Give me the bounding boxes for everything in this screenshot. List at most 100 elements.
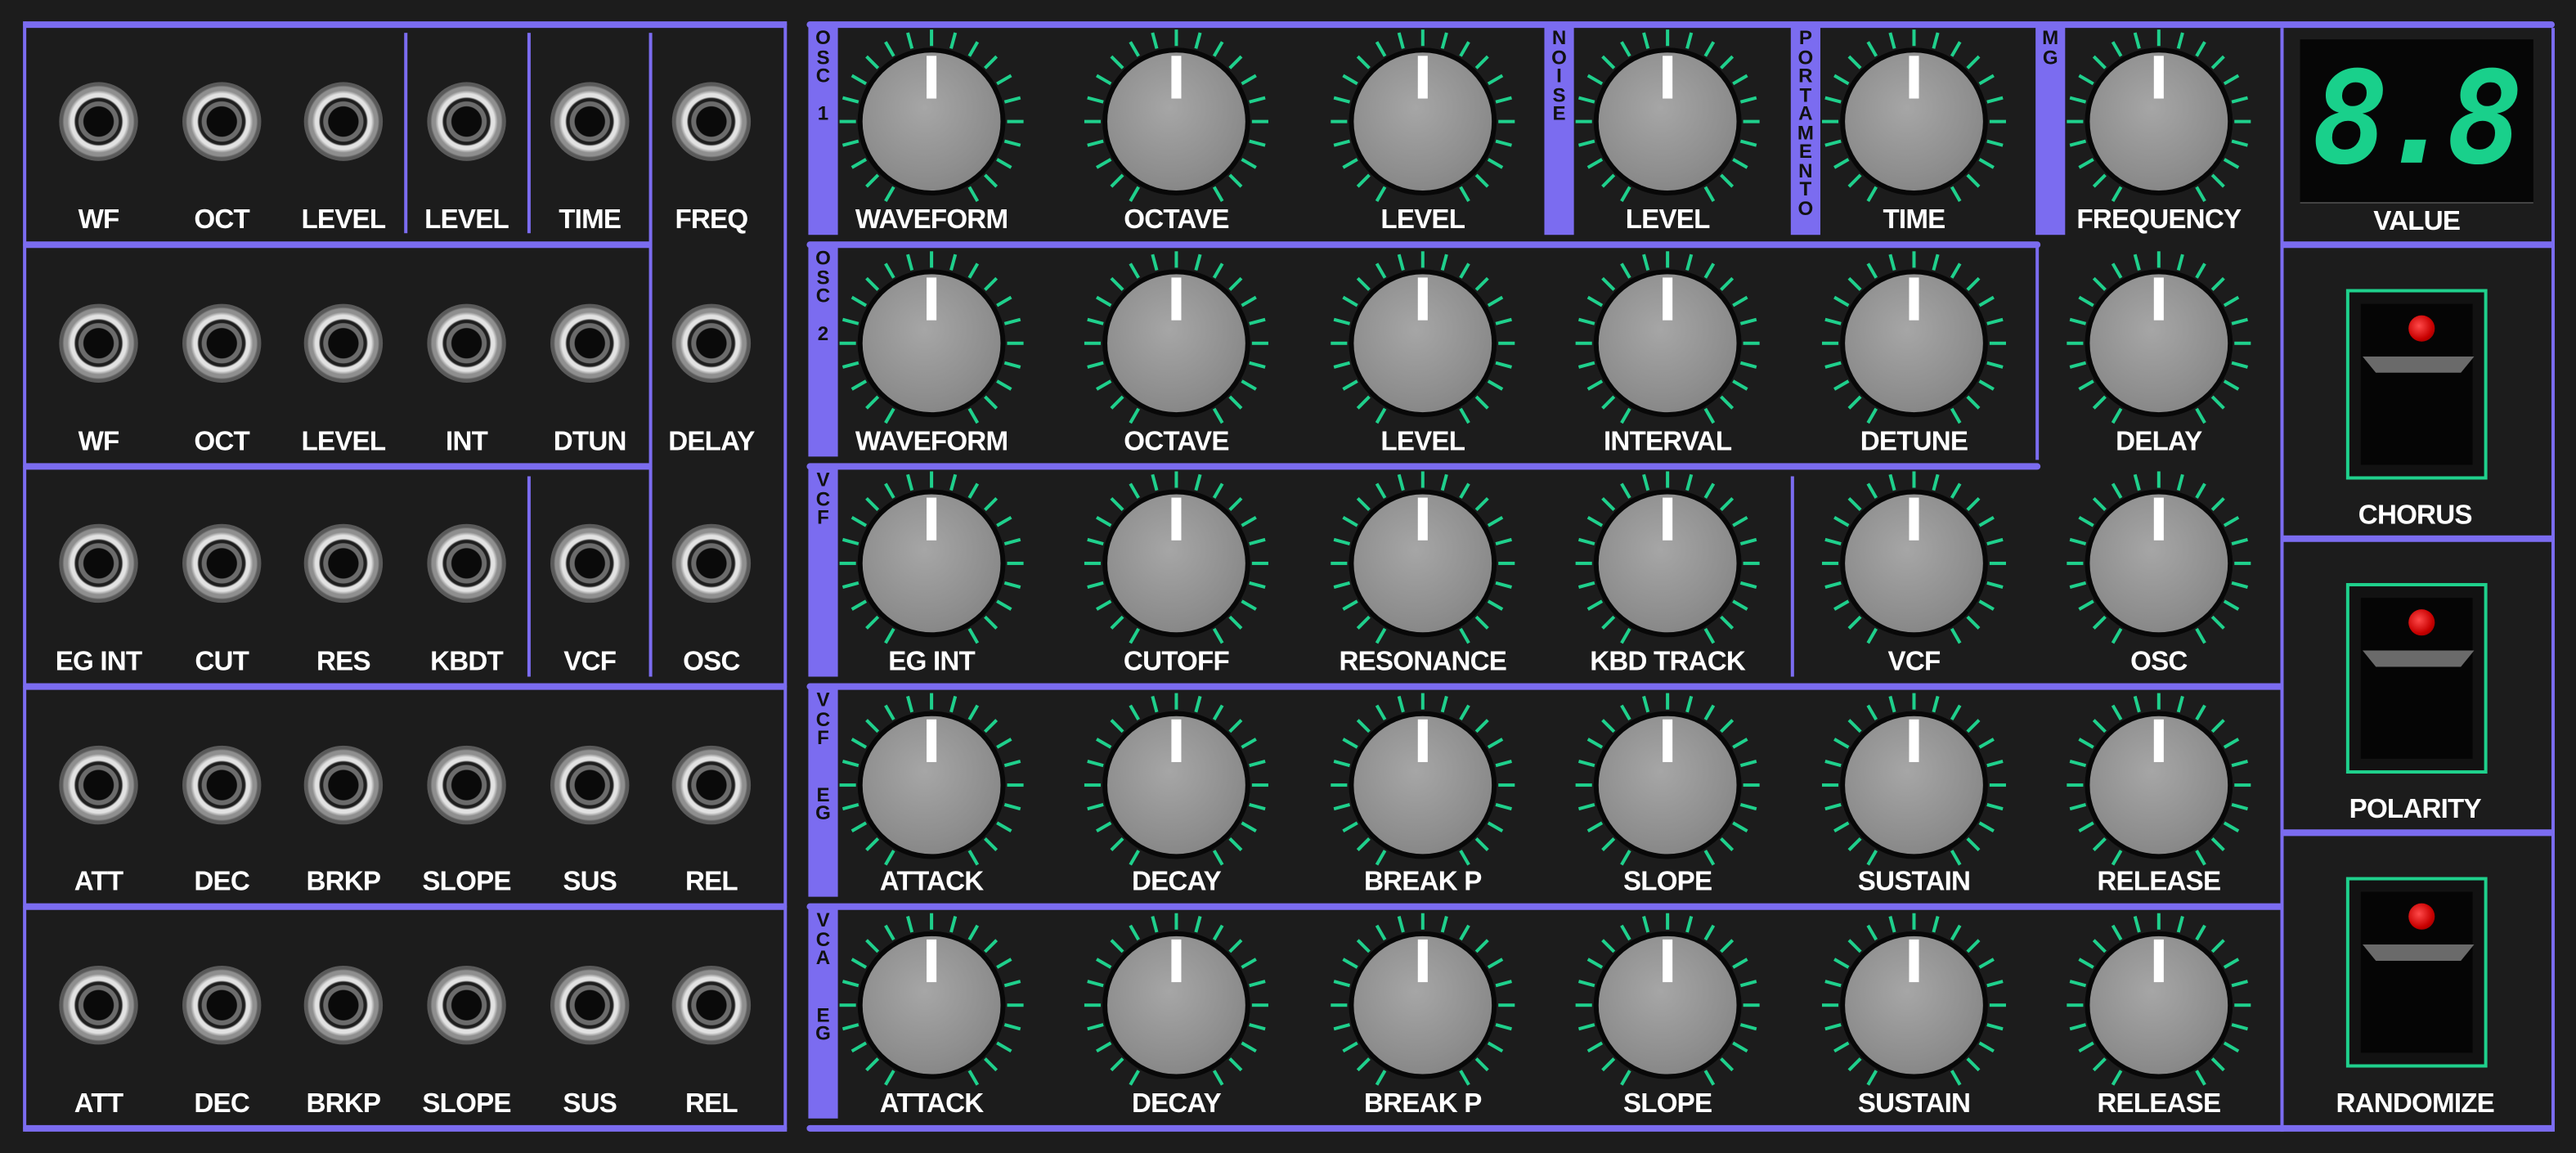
knob-decay[interactable] [1102, 931, 1250, 1079]
jack-delay[interactable] [671, 303, 752, 383]
jack-time[interactable] [550, 82, 630, 161]
knob-delay[interactable] [2085, 269, 2233, 418]
jack-vcf[interactable] [550, 523, 630, 603]
knob-time[interactable] [1840, 47, 1988, 196]
knob-tick [1194, 695, 1202, 713]
knob-tick [1096, 599, 1112, 611]
knob-tick [2176, 916, 2184, 933]
knob-indicator [1417, 56, 1428, 99]
knob-label: ATTACK [879, 1088, 984, 1119]
divider [648, 33, 653, 677]
jack-level[interactable] [303, 82, 384, 161]
knob-eg-int[interactable] [857, 489, 1006, 638]
knob-kbd-track[interactable] [1593, 489, 1742, 638]
knob-osc[interactable] [2085, 489, 2233, 638]
knob-level[interactable] [1349, 269, 1497, 418]
knob-tick [930, 251, 934, 268]
knob-slope[interactable] [1593, 931, 1742, 1079]
knob-tick [1251, 783, 1268, 787]
knob-tick [1096, 958, 1112, 969]
knob-tick [1342, 599, 1358, 611]
jack-rel[interactable] [671, 965, 752, 1045]
jack-wf[interactable] [59, 82, 138, 161]
jack-level[interactable] [427, 82, 506, 161]
knob-tick [1129, 482, 1140, 499]
knob-tick [2231, 760, 2249, 768]
jack-att[interactable] [59, 965, 138, 1045]
knob-tick [884, 1070, 895, 1086]
knob-cutoff[interactable] [1102, 489, 1250, 638]
knob-attack[interactable] [857, 711, 1006, 859]
knob-slope[interactable] [1593, 711, 1742, 859]
knob-label: EG INT [888, 647, 975, 677]
knob-level[interactable] [1349, 47, 1497, 196]
polarity-button[interactable] [2345, 583, 2488, 774]
knob-indicator [1909, 719, 1919, 762]
jack-dec[interactable] [182, 965, 262, 1045]
knob-waveform[interactable] [857, 269, 1006, 418]
knob-interval[interactable] [1593, 269, 1742, 418]
jack-kbdt[interactable] [427, 523, 506, 603]
knob-tick [2223, 515, 2240, 527]
knob-tick [1487, 379, 1504, 391]
jack-att[interactable] [59, 745, 138, 825]
knob-tick [2210, 837, 2225, 852]
jack-oct[interactable] [182, 82, 262, 161]
knob-tick [839, 783, 856, 787]
knob-tick [1866, 924, 1878, 941]
jack-sus[interactable] [550, 965, 630, 1045]
knob-level[interactable] [1593, 47, 1742, 196]
jack-freq[interactable] [671, 82, 752, 161]
jack-level[interactable] [303, 303, 384, 383]
knob-release[interactable] [2085, 711, 2233, 859]
knob-decay[interactable] [1102, 711, 1250, 859]
jack-brkp[interactable] [303, 965, 384, 1045]
knob-indicator [1663, 719, 1673, 762]
jack-osc[interactable] [671, 523, 752, 603]
jack-brkp[interactable] [303, 745, 384, 825]
knob-sustain[interactable] [1840, 711, 1988, 859]
knob-sustain[interactable] [1840, 931, 1988, 1079]
jack-wf[interactable] [59, 303, 138, 383]
knob-tick [1978, 295, 1995, 307]
knob-tick [2231, 803, 2249, 811]
jack-label: RES [316, 647, 371, 677]
knob-detune[interactable] [1840, 269, 1988, 418]
jack-sus[interactable] [550, 745, 630, 825]
jack-cut[interactable] [182, 523, 262, 603]
knob-tick [1356, 173, 1371, 188]
knob-release[interactable] [2085, 931, 2233, 1079]
knob-tick [1620, 627, 1631, 644]
knob-tick [2156, 693, 2161, 710]
knob-frequency[interactable] [2085, 47, 2233, 196]
knob-octave[interactable] [1102, 269, 1250, 418]
knob-tick [1821, 1003, 1839, 1007]
jack-oct[interactable] [182, 303, 262, 383]
jack-slope[interactable] [427, 745, 506, 825]
knob-break-p[interactable] [1349, 931, 1497, 1079]
knob-break-p[interactable] [1349, 711, 1497, 859]
jack-dtun[interactable] [550, 303, 630, 383]
knob-tick [2069, 803, 2087, 811]
jack-eg-int[interactable] [59, 523, 138, 603]
jack-slope[interactable] [427, 965, 506, 1045]
knob-attack[interactable] [857, 931, 1006, 1079]
knob-vcf[interactable] [1840, 489, 1988, 638]
chorus-button[interactable] [2345, 289, 2488, 480]
knob-tick [1703, 41, 1716, 57]
knob-waveform[interactable] [857, 47, 1006, 196]
jack-dec[interactable] [182, 745, 262, 825]
knob-tick [1375, 482, 1387, 499]
knob-label: OSC [2130, 647, 2188, 677]
knob-tick [1720, 55, 1735, 70]
jack-rel[interactable] [671, 745, 752, 825]
knob-tick [2069, 980, 2087, 988]
jack-int[interactable] [427, 303, 506, 383]
knob-tick [1241, 958, 1257, 969]
knob-tick [1110, 615, 1124, 630]
knob-tick [1932, 32, 1940, 49]
knob-resonance[interactable] [1349, 489, 1497, 638]
randomize-button[interactable] [2345, 877, 2488, 1068]
knob-octave[interactable] [1102, 47, 1250, 196]
jack-res[interactable] [303, 523, 384, 603]
